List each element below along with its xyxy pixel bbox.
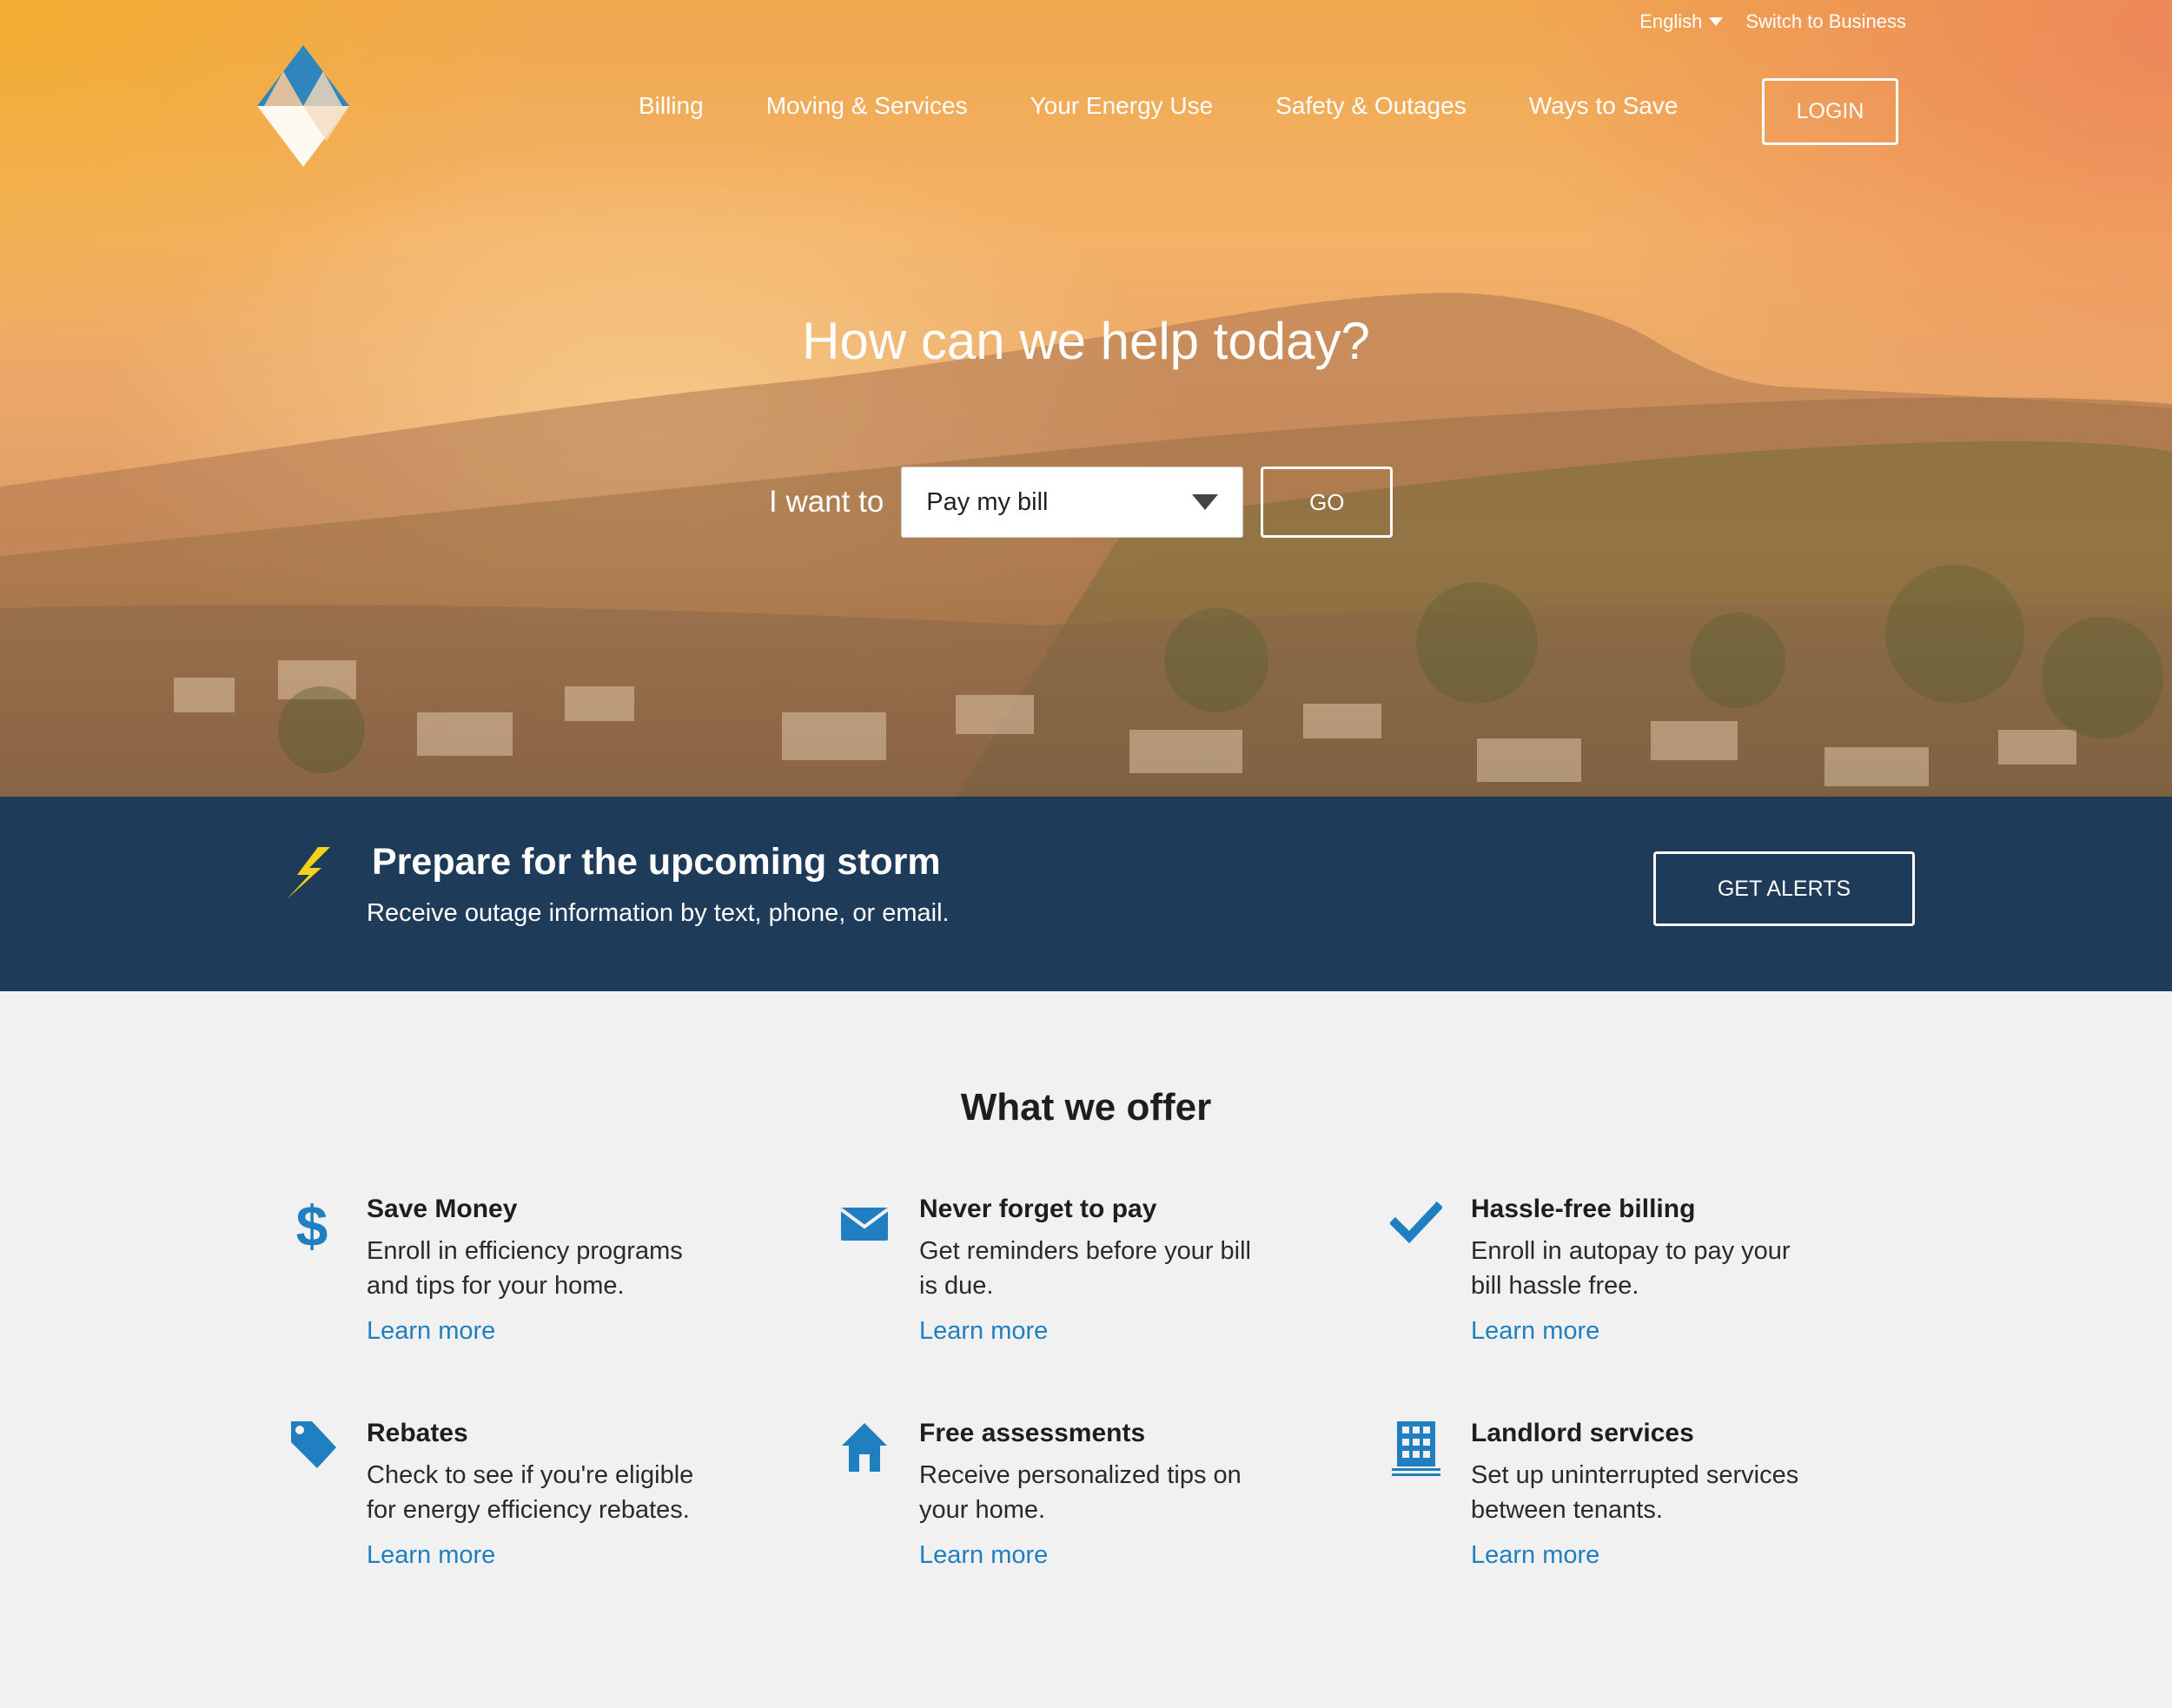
alert-title: Prepare for the upcoming storm	[372, 841, 941, 883]
switch-to-business-link[interactable]: Switch to Business	[1745, 10, 1906, 33]
offer-text: Receive personalized tips on your home.	[919, 1461, 1242, 1524]
offer-title: Never forget to pay	[919, 1195, 1157, 1223]
envelope-icon	[839, 1208, 890, 1241]
utility-bar: English Switch to Business	[1639, 10, 1906, 33]
offer-title: Landlord services	[1471, 1419, 1694, 1447]
offer-title: Free assessments	[919, 1419, 1146, 1447]
want-label: I want to	[769, 485, 884, 519]
offer-title: Save Money	[367, 1195, 518, 1223]
go-button[interactable]: GO	[1261, 467, 1394, 538]
learn-more-link[interactable]: Learn more	[367, 1541, 495, 1570]
task-selector-row: I want to Pay my bill GO	[769, 467, 1394, 538]
offer-text: Enroll in efficiency programs and tips f…	[367, 1237, 683, 1300]
learn-more-link[interactable]: Learn more	[919, 1317, 1048, 1346]
price-tag-icon	[291, 1421, 336, 1468]
brand-logo[interactable]	[257, 45, 349, 167]
offer-free-assessments: Free assessments Receive personalized ti…	[842, 1418, 1406, 1570]
alert-subtitle: Receive outage information by text, phon…	[367, 899, 950, 927]
task-dropdown[interactable]: Pay my bill	[901, 467, 1244, 538]
nav-item-moving-services[interactable]: Moving & Services	[766, 92, 968, 120]
learn-more-link[interactable]: Learn more	[367, 1317, 495, 1346]
caret-down-icon	[1709, 17, 1724, 26]
offer-title: Hassle-free billing	[1471, 1195, 1696, 1223]
get-alerts-button[interactable]: GET ALERTS	[1653, 851, 1915, 926]
offer-text: Enroll in autopay to pay your bill hassl…	[1471, 1237, 1791, 1300]
chevron-down-icon	[1192, 494, 1219, 510]
building-icon	[1392, 1421, 1440, 1476]
offer-rebates: Rebates Check to see if you're eligible …	[291, 1418, 853, 1570]
offer-title: Rebates	[367, 1419, 468, 1447]
offer-never-forget: Never forget to pay Get reminders before…	[839, 1194, 1406, 1346]
learn-more-link[interactable]: Learn more	[1471, 1541, 1599, 1570]
learn-more-link[interactable]: Learn more	[919, 1541, 1048, 1570]
offer-text: Set up uninterrupted services between te…	[1471, 1461, 1799, 1524]
login-button[interactable]: LOGIN	[1762, 78, 1898, 145]
language-label: English	[1639, 10, 1703, 32]
learn-more-link[interactable]: Learn more	[1471, 1317, 1599, 1346]
task-dropdown-value: Pay my bill	[926, 487, 1049, 516]
offer-save-money: $ Save Money Enroll in efficiency progra…	[296, 1194, 853, 1346]
offer-text: Check to see if you're eligible for ener…	[367, 1461, 694, 1524]
main-navigation: Billing Moving & Services Your Energy Us…	[639, 92, 1740, 120]
nav-item-ways-to-save[interactable]: Ways to Save	[1529, 92, 1679, 120]
hero-banner: English Switch to Business Billing Movin…	[0, 0, 2172, 797]
svg-text:$: $	[296, 1194, 328, 1255]
offers-heading: What we offer	[960, 1086, 1212, 1129]
language-selector[interactable]: English	[1639, 10, 1724, 33]
dollar-icon: $	[296, 1194, 328, 1255]
nav-item-energy-use[interactable]: Your Energy Use	[1030, 92, 1214, 120]
offer-hassle-free: Hassle-free billing Enroll in autopay to…	[1390, 1194, 1957, 1346]
nav-item-safety-outages[interactable]: Safety & Outages	[1275, 92, 1466, 120]
house-icon	[842, 1423, 887, 1472]
offer-landlord-services: Landlord services Set up uninterrupted s…	[1392, 1418, 1957, 1570]
nav-item-billing[interactable]: Billing	[639, 92, 704, 120]
offer-text: Get reminders before your bill is due.	[919, 1237, 1251, 1300]
lightning-bolt-icon	[287, 847, 330, 899]
hero-title: How can we help today?	[802, 312, 1370, 370]
checkmark-icon	[1390, 1201, 1442, 1244]
